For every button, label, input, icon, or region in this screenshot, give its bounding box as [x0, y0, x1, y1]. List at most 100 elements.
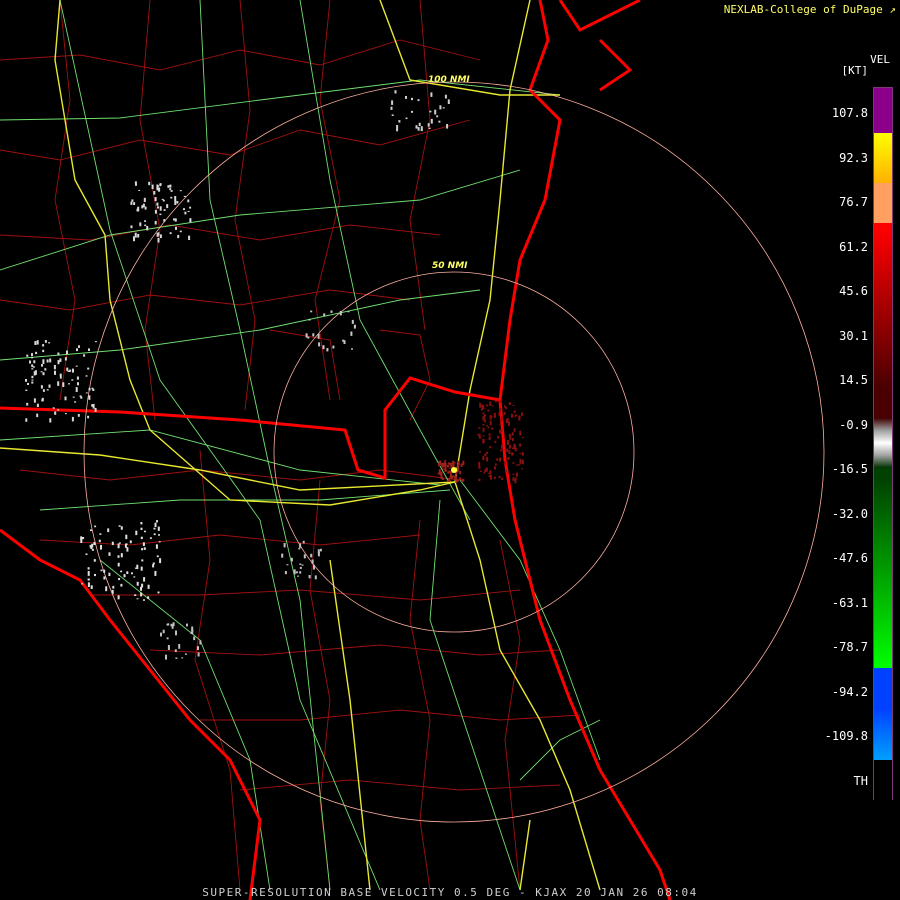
echo-speckle	[161, 198, 164, 200]
echo-speckle	[157, 526, 160, 531]
echo-speckle	[159, 206, 162, 211]
echo-speckle	[179, 190, 182, 192]
tick-label: 30.1	[839, 328, 868, 343]
echo-speckle	[519, 430, 522, 436]
echo-speckle	[187, 210, 190, 212]
echo-speckle	[499, 408, 502, 412]
echo-speckle	[313, 564, 315, 570]
echo-speckle	[505, 406, 508, 410]
echo-speckle	[154, 571, 157, 576]
echo-speckle	[46, 359, 49, 363]
echo-speckle	[169, 232, 172, 235]
color-bar-segment	[874, 183, 892, 223]
tick-label: 61.2	[839, 239, 868, 254]
echo-speckle	[27, 382, 29, 385]
echo-speckle	[34, 341, 37, 345]
echo-speckle	[36, 340, 39, 345]
echo-speckle	[187, 199, 190, 203]
echo-speckle	[71, 379, 74, 381]
echo-speckle	[166, 637, 169, 640]
echo-speckle	[33, 398, 36, 403]
echo-speckle	[153, 527, 156, 530]
echo-speckle	[478, 478, 481, 482]
echo-speckle	[83, 354, 86, 357]
echo-speckle	[31, 379, 34, 381]
echo-speckle	[52, 407, 55, 409]
echo-speckle	[456, 460, 459, 464]
echo-speckle	[143, 577, 146, 582]
echo-speckle	[41, 364, 43, 367]
echo-speckle	[415, 125, 418, 129]
echo-speckle	[42, 349, 45, 353]
echo-speckle	[444, 460, 447, 462]
echo-speckle	[135, 184, 137, 186]
echo-speckle	[25, 379, 27, 382]
echo-speckle	[479, 402, 482, 408]
echo-speckle	[154, 220, 157, 225]
echo-speckle	[66, 367, 69, 372]
echo-speckle	[462, 460, 465, 465]
echo-speckle	[143, 547, 146, 550]
echo-speckle	[163, 209, 166, 211]
echo-speckle	[429, 110, 432, 113]
echo-speckle	[486, 425, 488, 427]
echo-speckle	[140, 566, 143, 571]
echo-speckle	[511, 413, 513, 418]
echo-speckle	[134, 567, 137, 569]
echo-speckle	[489, 415, 492, 420]
echo-speckle	[507, 457, 510, 460]
echo-speckle	[498, 412, 501, 416]
echo-speckle	[87, 367, 90, 370]
velocity-echoes	[25, 90, 524, 660]
legend-unit: [KT]	[841, 64, 869, 77]
tick-label: 92.3	[839, 150, 868, 165]
echo-speckle	[117, 595, 120, 600]
echo-speckle	[88, 395, 91, 400]
echo-speckle	[353, 324, 356, 329]
echo-speckle	[339, 310, 342, 316]
echo-speckle	[136, 208, 139, 212]
echo-speckle	[35, 351, 38, 355]
echo-speckle	[170, 623, 173, 627]
echo-speckle	[396, 125, 399, 127]
echo-speckle	[75, 365, 78, 367]
echo-speckle	[491, 405, 494, 407]
echo-speckle	[159, 213, 162, 216]
echo-speckle	[506, 417, 509, 423]
echo-speckle	[521, 437, 524, 439]
echo-speckle	[85, 392, 88, 394]
echo-speckle	[504, 469, 507, 473]
echo-speckle	[317, 552, 320, 557]
color-bar-segment	[874, 133, 892, 183]
echo-speckle	[141, 583, 144, 588]
echo-speckle	[489, 420, 492, 426]
color-bar-segment	[874, 228, 892, 388]
echo-speckle	[44, 368, 47, 371]
echo-speckle	[108, 572, 111, 576]
echo-speckle	[57, 360, 60, 365]
echo-speckle	[120, 553, 123, 558]
echo-speckle	[438, 469, 441, 474]
echo-speckle	[508, 433, 511, 437]
legend-title: VEL	[870, 53, 890, 66]
echo-speckle	[175, 657, 178, 659]
echo-speckle	[157, 206, 159, 209]
echo-speckle	[512, 447, 514, 449]
echo-speckle	[411, 110, 413, 113]
echo-speckle	[88, 348, 90, 351]
external-link-icon: ↗	[889, 3, 896, 16]
echo-speckle	[143, 599, 145, 601]
echo-speckle	[31, 368, 34, 370]
echo-speckle	[503, 411, 506, 415]
echo-speckle	[158, 541, 161, 543]
county-boundaries	[0, 0, 581, 891]
echo-speckle	[417, 127, 420, 131]
echo-speckle	[129, 540, 132, 544]
echo-speckle	[49, 358, 52, 363]
echo-speckle	[286, 564, 289, 566]
echo-speckle	[59, 358, 62, 362]
echo-speckle	[149, 537, 152, 539]
echo-speckle	[174, 649, 177, 652]
echo-speckle	[158, 187, 161, 192]
echo-speckle	[521, 459, 524, 465]
